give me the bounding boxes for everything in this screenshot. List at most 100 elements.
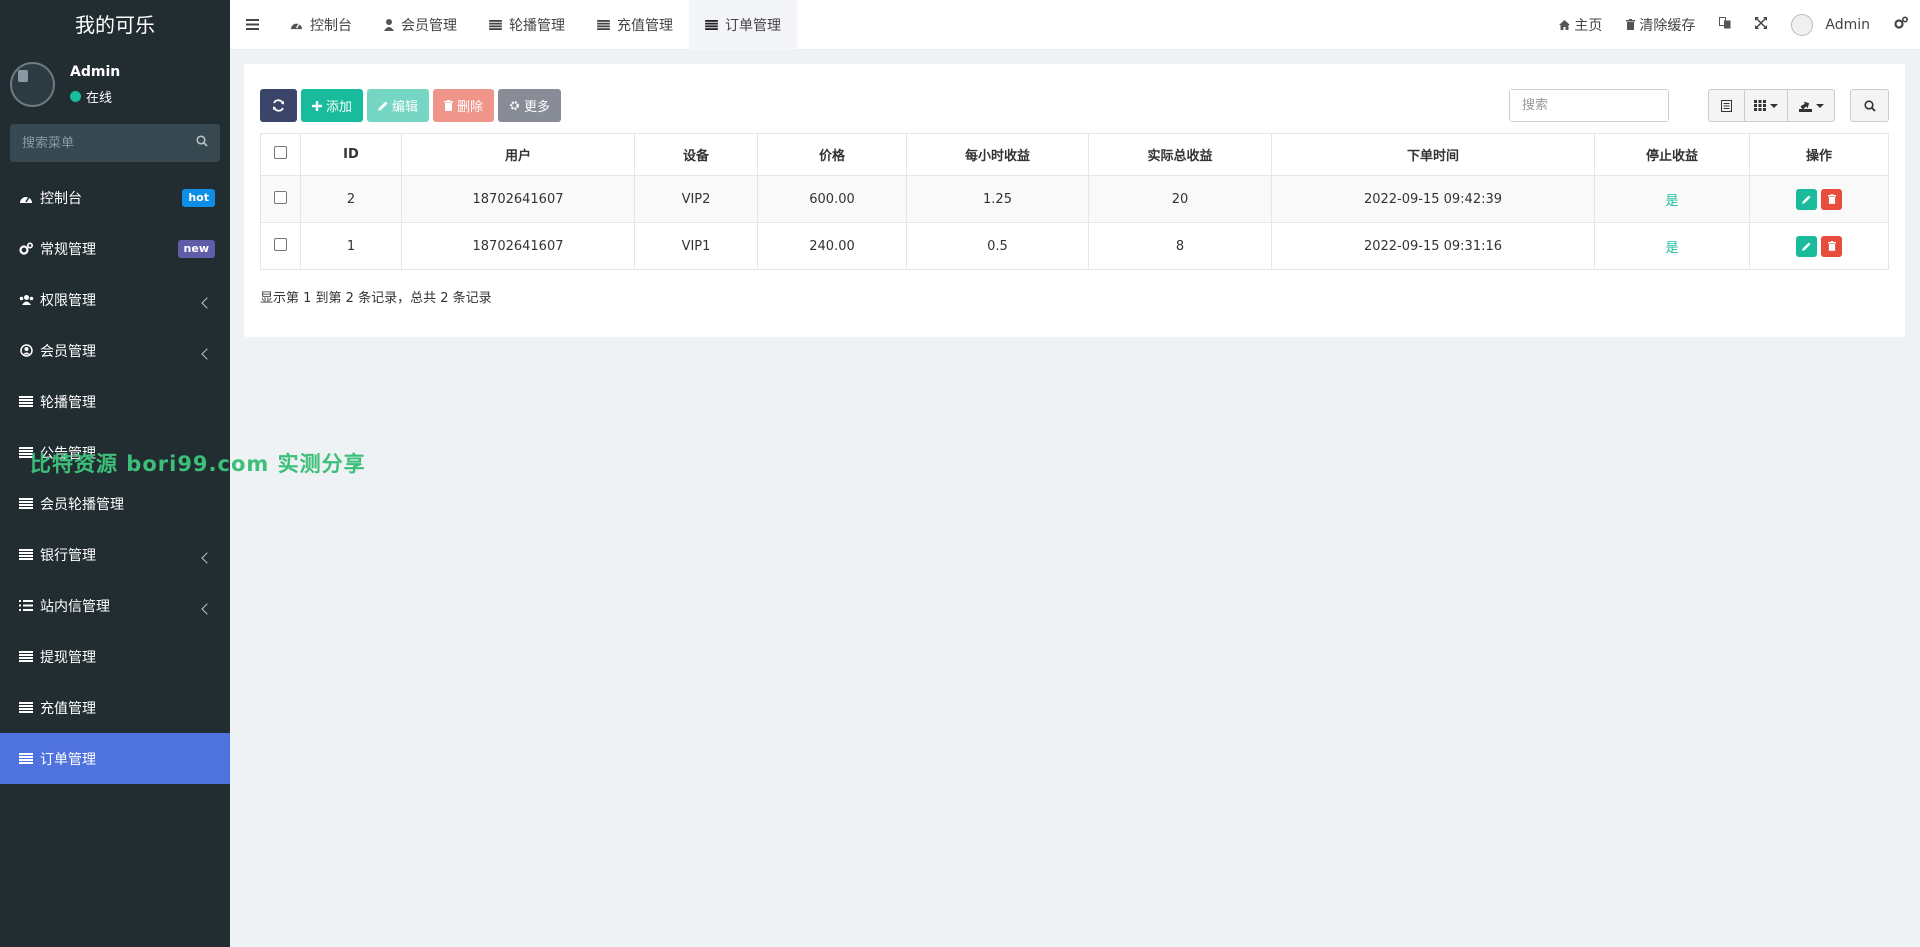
cell-price: 240.00 — [757, 222, 907, 270]
sidebar-item-permissions[interactable]: 权限管理 — [0, 274, 230, 325]
sidebar-item-label: 会员管理 — [40, 343, 96, 360]
expand-icon — [1755, 16, 1768, 33]
sidebar-item-messages[interactable]: 站内信管理 — [0, 580, 230, 631]
edit-button[interactable]: 编辑 — [367, 89, 430, 122]
tab-members[interactable]: 会员管理 — [368, 0, 473, 50]
plus-icon — [312, 100, 322, 111]
tab-orders[interactable]: 订单管理 — [689, 0, 797, 50]
home-link[interactable]: 主页 — [1547, 0, 1614, 50]
tab-recharge[interactable]: 充值管理 — [581, 0, 689, 50]
cell-price: 600.00 — [757, 175, 907, 223]
pagination-info: 显示第 1 到第 2 条记录，总共 2 条记录 — [260, 291, 492, 306]
export-icon — [1798, 101, 1812, 112]
cog-icon — [509, 100, 520, 111]
list-icon — [18, 548, 34, 562]
app-logo[interactable]: 我的可乐 — [0, 0, 230, 50]
table-search — [1509, 89, 1669, 122]
column-header[interactable]: 价格 — [757, 133, 907, 176]
column-header[interactable]: 停止收益 — [1594, 133, 1750, 176]
menu-toggle-icon[interactable] — [230, 0, 274, 50]
edit-label: 编辑 — [392, 100, 419, 115]
list-icon — [18, 497, 34, 511]
avatar — [1791, 13, 1814, 36]
list-icon — [18, 395, 34, 409]
list-icon — [18, 752, 34, 766]
search-icon[interactable] — [196, 135, 208, 147]
column-header[interactable]: ID — [300, 133, 402, 176]
online-dot-icon — [70, 91, 81, 102]
stopped-status[interactable]: 是 — [1665, 241, 1678, 256]
row-select-cell — [260, 222, 301, 270]
row-checkbox[interactable] — [274, 190, 287, 204]
row-edit-button[interactable] — [1796, 235, 1817, 257]
tab-carousel[interactable]: 轮播管理 — [473, 0, 581, 50]
sidebar-item-label: 充值管理 — [40, 700, 96, 717]
row-delete-button[interactable] — [1821, 235, 1842, 257]
tab-label: 控制台 — [310, 17, 352, 34]
column-header[interactable]: 每小时收益 — [906, 133, 1089, 176]
stopped-status[interactable]: 是 — [1665, 194, 1678, 209]
select-all-checkbox[interactable] — [274, 146, 287, 159]
sidebar-item-members[interactable]: 会员管理 — [0, 325, 230, 376]
table-view-tools — [1708, 89, 1835, 122]
sidebar-item-label: 站内信管理 — [40, 598, 110, 615]
clear-cache-button[interactable]: 清除缓存 — [1614, 0, 1707, 50]
export-dropdown[interactable] — [1787, 89, 1835, 122]
row-checkbox[interactable] — [274, 237, 287, 251]
cell-device: VIP1 — [634, 222, 758, 270]
caret-down-icon — [1770, 103, 1778, 108]
admin-user-menu[interactable]: Admin — [1779, 0, 1882, 50]
sidebar-item-bank[interactable]: 银行管理 — [0, 529, 230, 580]
fullscreen-toggle[interactable] — [1743, 0, 1779, 50]
sidebar-item-withdraw[interactable]: 提现管理 — [0, 631, 230, 682]
row-delete-button[interactable] — [1821, 188, 1842, 210]
search-input[interactable] — [1510, 90, 1668, 121]
pencil-icon — [378, 101, 388, 111]
more-button[interactable]: 更多 — [498, 89, 562, 122]
sidebar-item-recharge[interactable]: 充值管理 — [0, 682, 230, 733]
row-select-cell — [260, 175, 301, 223]
sidebar-item-label: 提现管理 — [40, 649, 96, 666]
toggle-view-button[interactable] — [1708, 89, 1745, 122]
sidebar-item-carousel[interactable]: 轮播管理 — [0, 376, 230, 427]
cell-hourly: 0.5 — [906, 222, 1089, 270]
chevron-left-icon — [201, 602, 213, 615]
columns-dropdown[interactable] — [1744, 89, 1788, 122]
trash-icon — [1827, 194, 1836, 204]
tab-dashboard[interactable]: 控制台 — [274, 0, 368, 50]
language-toggle[interactable] — [1707, 0, 1743, 50]
sidebar-item-orders[interactable]: 订单管理 — [0, 733, 230, 784]
refresh-button[interactable] — [260, 89, 297, 122]
chevron-left-icon — [201, 551, 213, 564]
status-label: 在线 — [86, 91, 113, 106]
table-row[interactable]: 2 18702641607 VIP2 600.00 1.25 20 2022-0… — [260, 175, 1889, 223]
column-header[interactable]: 下单时间 — [1271, 133, 1595, 176]
menu-search-input[interactable] — [10, 124, 220, 162]
delete-button[interactable]: 删除 — [433, 89, 495, 122]
tab-label: 会员管理 — [401, 17, 457, 34]
list-ul-icon — [18, 599, 34, 613]
column-header[interactable]: 用户 — [401, 133, 635, 176]
settings-toggle[interactable] — [1882, 0, 1920, 50]
advanced-search-button[interactable] — [1850, 89, 1889, 122]
admin-label: Admin — [1825, 16, 1870, 33]
top-header: 控制台 会员管理 轮播管理 充值管理 订单管理 主页 清除缓存 Admin — [230, 0, 1920, 50]
sidebar-item-general[interactable]: 常规管理 new — [0, 223, 230, 274]
avatar — [10, 62, 55, 107]
trash-icon — [444, 100, 454, 111]
table-view-icon — [1721, 99, 1732, 112]
cell-stopped: 是 — [1594, 222, 1750, 270]
sidebar-item-member-carousel[interactable]: 会员轮播管理 — [0, 478, 230, 529]
column-header[interactable]: 设备 — [634, 133, 758, 176]
table-header-row: ID 用户 设备 价格 每小时收益 实际总收益 下单时间 停止收益 操作 — [260, 133, 1889, 176]
list-icon — [18, 701, 34, 715]
sidebar-item-dashboard[interactable]: 控制台 hot — [0, 172, 230, 223]
row-edit-button[interactable] — [1796, 188, 1817, 210]
cell-total: 8 — [1088, 222, 1272, 270]
add-label: 添加 — [326, 100, 353, 115]
refresh-icon — [273, 99, 284, 112]
table-row[interactable]: 1 18702641607 VIP1 240.00 0.5 8 2022-09-… — [260, 222, 1889, 270]
new-badge: new — [177, 239, 215, 258]
add-button[interactable]: 添加 — [301, 89, 364, 122]
column-header[interactable]: 实际总收益 — [1088, 133, 1272, 176]
